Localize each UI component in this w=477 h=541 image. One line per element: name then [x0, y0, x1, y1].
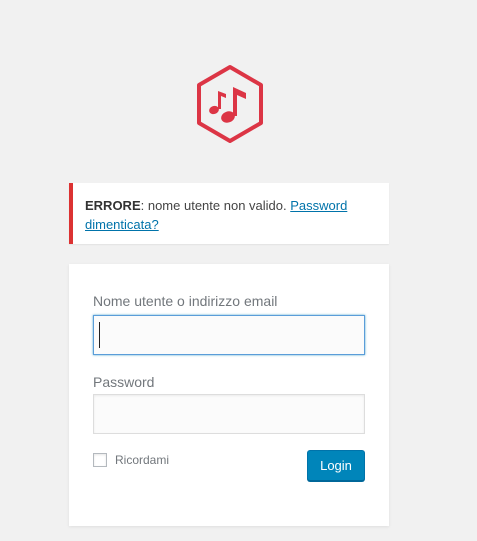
password-label: Password	[93, 374, 155, 390]
login-button[interactable]: Login	[307, 450, 365, 481]
remember-me[interactable]: Ricordami	[93, 453, 169, 467]
username-label: Nome utente o indirizzo email	[93, 293, 278, 309]
error-message: : nome utente non valido.	[140, 198, 291, 213]
text-caret	[99, 322, 100, 348]
error-title: ERRORE	[85, 198, 141, 213]
login-form: Nome utente o indirizzo email Password R…	[69, 264, 389, 526]
remember-label: Ricordami	[115, 453, 170, 467]
remember-checkbox[interactable]	[93, 453, 107, 467]
login-error-notice: ERRORE: nome utente non valido. Password…	[69, 183, 389, 244]
music-note-hexagon-icon	[197, 65, 263, 143]
username-field[interactable]	[93, 315, 365, 355]
password-field[interactable]	[93, 394, 365, 434]
